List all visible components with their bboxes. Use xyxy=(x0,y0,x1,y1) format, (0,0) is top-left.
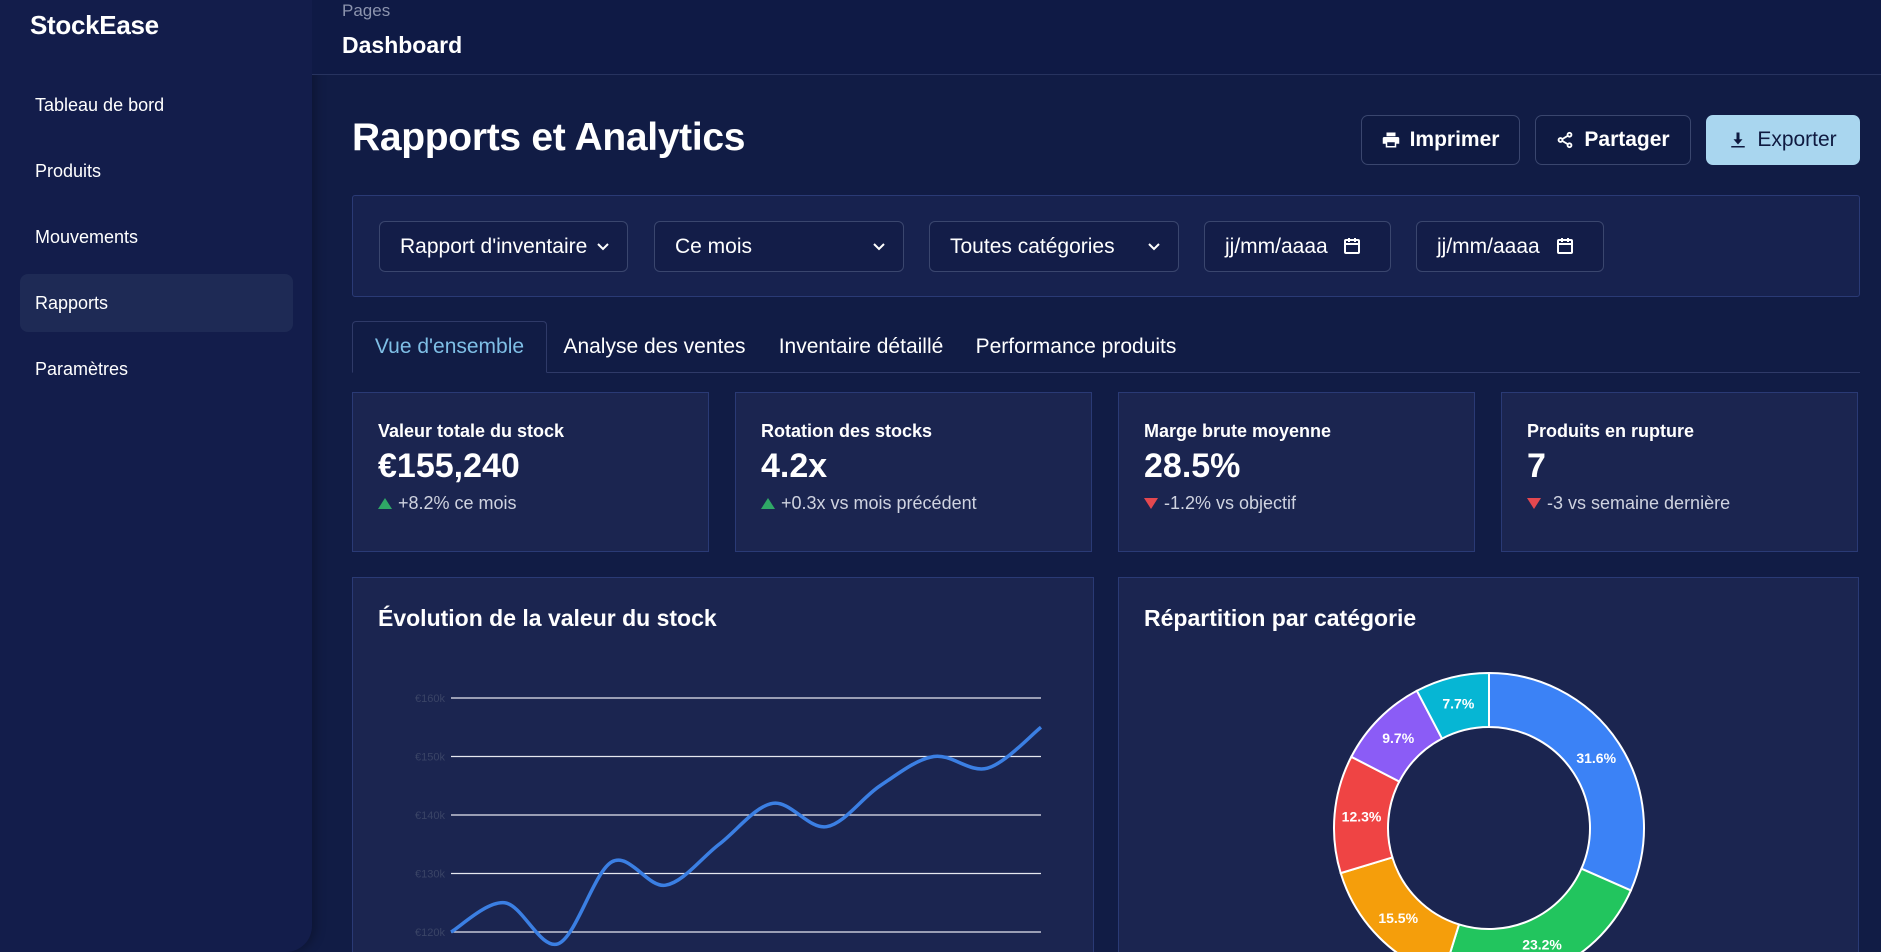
report-tabs: Vue d'ensemble Analyse des ventes Invent… xyxy=(352,321,1860,373)
export-button-label: Exporter xyxy=(1757,128,1837,151)
slice-label: 9.7% xyxy=(1382,730,1414,746)
tab-performance-produits[interactable]: Performance produits xyxy=(969,321,1183,373)
chart-title: Évolution de la valeur du stock xyxy=(378,605,717,631)
date-to-placeholder: jj/mm/aaaa xyxy=(1437,234,1540,258)
report-type-value: Rapport d'inventaire xyxy=(400,234,588,258)
kpi-delta-text: -1.2% vs objectif xyxy=(1164,493,1297,513)
download-icon xyxy=(1731,132,1746,148)
category-select[interactable]: Toutes catégories xyxy=(929,221,1179,272)
kpi-card-stock-rotation: Rotation des stocks 4.2x +0.3x vs mois p… xyxy=(735,392,1092,552)
sidebar: StockEase Tableau de bord Produits Mouve… xyxy=(0,0,312,952)
series-line xyxy=(450,725,1043,947)
tab-vue-ensemble[interactable]: Vue d'ensemble xyxy=(352,321,547,373)
brand-logo[interactable]: StockEase xyxy=(30,10,159,41)
pie-slice xyxy=(1488,671,1645,892)
trend-up-icon xyxy=(761,498,775,509)
chevron-down-icon xyxy=(597,243,609,251)
sidebar-item-produits[interactable]: Produits xyxy=(20,142,293,200)
sidebar-item-mouvements[interactable]: Mouvements xyxy=(20,208,293,266)
y-tick-label: €140k xyxy=(415,810,445,822)
calendar-icon[interactable] xyxy=(1555,236,1575,256)
sidebar-item-label: Tableau de bord xyxy=(35,94,165,115)
page-title: Rapports et Analytics xyxy=(352,116,746,159)
trend-up-icon xyxy=(378,498,392,509)
y-tick-label: €150k xyxy=(415,752,445,764)
y-tick-label: €160k xyxy=(415,693,445,705)
topbar: Pages Dashboard xyxy=(312,0,1881,75)
date-from-input[interactable]: jj/mm/aaaa xyxy=(1204,221,1391,272)
tab-analyse-ventes[interactable]: Analyse des ventes xyxy=(557,321,752,373)
kpi-value: €155,240 xyxy=(378,447,520,485)
trend-down-icon xyxy=(1527,498,1541,509)
tab-inventaire-detaille[interactable]: Inventaire détaillé xyxy=(770,321,952,373)
stock-value-line-chart: €120k €130k €140k €150k €160k xyxy=(415,693,1043,947)
report-type-select[interactable]: Rapport d'inventaire xyxy=(379,221,628,272)
export-button[interactable]: Exporter xyxy=(1706,115,1860,165)
date-from-placeholder: jj/mm/aaaa xyxy=(1225,234,1328,258)
sidebar-item-label: Rapports xyxy=(35,292,109,313)
kpi-label: Marge brute moyenne xyxy=(1144,421,1332,441)
pie-slice xyxy=(1339,856,1461,952)
kpi-delta: +8.2% ce mois xyxy=(378,493,517,514)
sidebar-nav: Tableau de bord Produits Mouvements Rapp… xyxy=(20,76,293,406)
kpi-value: 28.5% xyxy=(1144,447,1241,485)
period-select[interactable]: Ce mois xyxy=(654,221,904,272)
slice-label: 12.3% xyxy=(1342,808,1382,824)
category-value: Toutes catégories xyxy=(950,234,1115,258)
y-tick-label: €120k xyxy=(415,927,445,939)
slice-label: 31.6% xyxy=(1576,750,1616,766)
kpi-delta-text: +8.2% ce mois xyxy=(398,493,517,513)
kpi-value: 7 xyxy=(1527,447,1546,485)
chart-title: Répartition par catégorie xyxy=(1144,605,1417,631)
print-button[interactable]: Imprimer xyxy=(1361,115,1520,165)
slice-label: 23.2% xyxy=(1522,936,1562,952)
date-to-input[interactable]: jj/mm/aaaa xyxy=(1416,221,1604,272)
slice-label: 15.5% xyxy=(1378,910,1418,926)
sidebar-item-parametres[interactable]: Paramètres xyxy=(20,340,293,398)
kpi-card-out-of-stock: Produits en rupture 7 -3 vs semaine dern… xyxy=(1501,392,1858,552)
kpi-label: Rotation des stocks xyxy=(761,421,933,441)
stock-value-chart-panel: €120k €130k €140k €150k €160k Évolution de l… xyxy=(352,577,1094,952)
slice-label: 7.7% xyxy=(1442,696,1474,712)
kpi-delta: -1.2% vs objectif xyxy=(1144,493,1296,514)
sidebar-item-rapports[interactable]: Rapports xyxy=(20,274,293,332)
category-donut-chart: 31.6% 23.2% 15.5% 12.3% 9.7% 7.7% xyxy=(1333,671,1645,952)
category-split-chart-panel: 31.6% 23.2% 15.5% 12.3% 9.7% 7.7% Répartition… xyxy=(1118,577,1859,952)
kpi-delta: +0.3x vs mois précédent xyxy=(761,493,977,514)
trend-down-icon xyxy=(1144,498,1158,509)
sidebar-item-tableau-de-bord[interactable]: Tableau de bord xyxy=(20,76,293,134)
share-icon xyxy=(1558,131,1573,149)
kpi-delta-text: -3 vs semaine dernière xyxy=(1547,493,1731,513)
period-value: Ce mois xyxy=(675,234,753,258)
kpi-delta: -3 vs semaine dernière xyxy=(1527,493,1730,514)
breadcrumb[interactable]: Pages xyxy=(342,1,390,21)
sidebar-item-label: Paramètres xyxy=(35,358,129,379)
y-tick-label: €130k xyxy=(415,869,445,881)
sidebar-item-label: Produits xyxy=(35,160,102,181)
breadcrumb-current: Dashboard xyxy=(342,32,463,58)
share-button-label: Partager xyxy=(1584,128,1670,151)
kpi-label: Valeur totale du stock xyxy=(378,421,565,441)
filter-bar: Rapport d'inventaire Ce mois Toutes caté… xyxy=(352,195,1860,297)
kpi-card-gross-margin: Marge brute moyenne 28.5% -1.2% vs objec… xyxy=(1118,392,1475,552)
kpi-label: Produits en rupture xyxy=(1527,421,1695,441)
kpi-card-stock-value: Valeur totale du stock €155,240 +8.2% ce… xyxy=(352,392,709,552)
printer-icon xyxy=(1382,132,1399,148)
chevron-down-icon xyxy=(1148,243,1160,251)
kpi-delta-text: +0.3x vs mois précédent xyxy=(781,493,977,513)
print-button-label: Imprimer xyxy=(1409,128,1500,151)
sidebar-item-label: Mouvements xyxy=(35,226,139,247)
calendar-icon[interactable] xyxy=(1342,236,1362,256)
share-button[interactable]: Partager xyxy=(1535,115,1691,165)
chevron-down-icon xyxy=(873,243,885,251)
kpi-value: 4.2x xyxy=(761,447,828,485)
